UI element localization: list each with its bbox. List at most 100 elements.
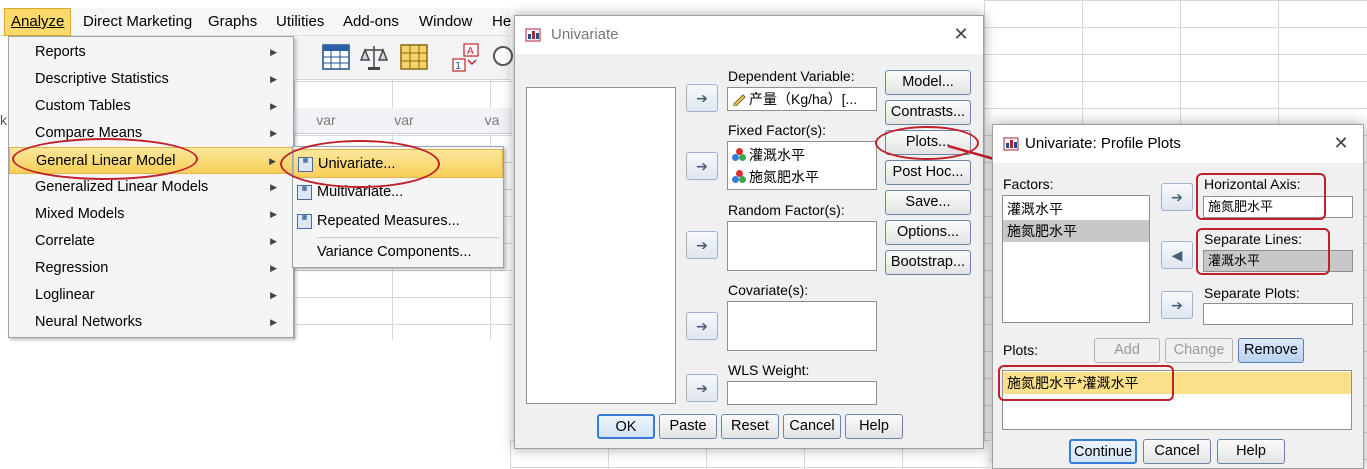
bootstrap-button[interactable]: Bootstrap... [885, 250, 971, 275]
menu-item-neural-networks[interactable]: Neural Networks ▶ [9, 309, 293, 336]
menu-item-generalized-linear-models[interactable]: Generalized Linear Models ▶ [9, 174, 293, 201]
submenu-arrow-icon: ▶ [269, 156, 276, 166]
contrasts-button[interactable]: Contrasts... [885, 100, 971, 125]
menu-item-label: Loglinear [35, 287, 95, 303]
menu-label: Analyze [11, 13, 65, 30]
annotation-box-separate-lines [1196, 228, 1330, 275]
move-to-dependent-button[interactable]: ➔ [686, 84, 718, 112]
save-button[interactable]: Save... [885, 190, 971, 215]
move-to-random-button[interactable]: ➔ [686, 231, 718, 259]
reset-button[interactable]: Reset [721, 414, 779, 439]
menu-item-loglinear[interactable]: Loglinear ▶ [9, 282, 293, 309]
list-item[interactable]: 施氮肥水平 [1003, 220, 1149, 242]
change-button[interactable]: Change [1165, 338, 1233, 363]
submenu-arrow-icon: ▶ [270, 74, 277, 84]
continue-button[interactable]: Continue [1069, 439, 1137, 464]
plots-label: Plots: [1003, 342, 1039, 358]
help-button[interactable]: Help [845, 414, 903, 439]
menu-direct-marketing[interactable]: Direct Marketing [77, 8, 198, 36]
fixed-factors-list[interactable]: 灌溉水平 施氮肥水平 [727, 141, 877, 190]
table-icon[interactable] [321, 42, 351, 72]
wls-weight-field[interactable] [727, 381, 877, 405]
list-item[interactable]: 灌溉水平 [1003, 198, 1149, 220]
move-to-wls-button[interactable]: ➔ [686, 374, 718, 402]
options-button[interactable]: Options... [885, 220, 971, 245]
submenu-arrow-icon: ▶ [270, 47, 277, 57]
menu-item-regression[interactable]: Regression ▶ [9, 255, 293, 282]
menu-item-label: Variance Components... [317, 244, 472, 260]
menu-item-correlate[interactable]: Correlate ▶ [9, 228, 293, 255]
menu-item-label: Correlate [35, 233, 95, 249]
menu-label: Graphs [208, 13, 258, 30]
menu-label: He [492, 13, 512, 30]
dialog-titlebar: Univariate ✕ [515, 16, 983, 54]
separate-plots-field[interactable] [1203, 303, 1353, 325]
help-button[interactable]: Help [1217, 439, 1285, 464]
move-to-fixed-button[interactable]: ➔ [686, 152, 718, 180]
analyze-menu: Reports ▶ Descriptive Statistics ▶ Custom … [8, 36, 294, 338]
submenu-arrow-icon: ▶ [270, 236, 277, 246]
grid-yellow-icon[interactable] [399, 42, 429, 72]
menu-analyze[interactable]: Analyze [4, 8, 72, 36]
ok-button[interactable]: OK [597, 414, 655, 439]
dialog-titlebar: Univariate: Profile Plots ✕ [993, 125, 1363, 163]
col-header[interactable]: var [374, 112, 434, 128]
list-item[interactable]: 施氮肥水平 [732, 166, 819, 188]
submenu-arrow-icon: ▶ [270, 182, 277, 192]
menu-label: Add-ons [343, 13, 399, 30]
list-item-label: 灌溉水平 [749, 147, 805, 163]
menu-label: Direct Marketing [83, 13, 193, 30]
separate-plots-label: Separate Plots: [1204, 285, 1300, 301]
menu-item-descriptive-statistics[interactable]: Descriptive Statistics ▶ [9, 66, 293, 93]
svg-text:A: A [467, 46, 474, 57]
menu-item-variance-components[interactable]: Variance Components... [293, 238, 503, 267]
menu-item-mixed-models[interactable]: Mixed Models ▶ [9, 201, 293, 228]
menu-add-ons[interactable]: Add-ons [337, 8, 405, 36]
cancel-button[interactable]: Cancel [783, 414, 841, 439]
menu-item-custom-tables[interactable]: Custom Tables ▶ [9, 93, 293, 120]
dependent-label: Dependent Variable: [728, 68, 855, 84]
covariates-list[interactable] [727, 301, 877, 351]
value-labels-icon[interactable]: A1 [451, 42, 481, 72]
menu-graphs[interactable]: Graphs [202, 8, 263, 36]
source-variable-list[interactable] [526, 87, 676, 404]
menu-item-label: Neural Networks [35, 314, 143, 330]
close-icon[interactable]: ✕ [951, 24, 971, 44]
repeated-measures-icon: ▦ [297, 214, 312, 229]
col-header[interactable]: va [472, 112, 512, 128]
svg-text:1: 1 [455, 61, 461, 72]
nominal-variable-icon [732, 170, 746, 184]
menu-window[interactable]: Window [413, 8, 478, 36]
menu-utilities[interactable]: Utilities [270, 8, 330, 36]
menu-item-reports[interactable]: Reports ▶ [9, 39, 293, 66]
list-item-label: 施氮肥水平 [749, 169, 819, 185]
factors-list[interactable]: 灌溉水平 施氮肥水平 [1002, 195, 1150, 323]
menu-label: Window [419, 13, 473, 30]
move-to-covariate-button[interactable]: ➔ [686, 312, 718, 340]
dependent-field[interactable]: 产量（Kg/ha）[... [727, 87, 877, 111]
col-header[interactable]: var [296, 112, 356, 128]
move-to-separate-plots-button[interactable]: ➔ [1161, 291, 1193, 319]
remove-button[interactable]: Remove [1238, 338, 1304, 363]
close-icon[interactable]: ✕ [1331, 133, 1351, 153]
submenu-arrow-icon: ▶ [270, 128, 277, 138]
annotation-box-plot-item [998, 365, 1174, 401]
random-factors-list[interactable] [727, 221, 877, 271]
menu-help[interactable]: He [486, 8, 517, 36]
nominal-variable-icon [732, 148, 746, 162]
spss-app-icon [525, 28, 541, 42]
move-from-separate-lines-button[interactable]: ◀ [1161, 241, 1193, 269]
menu-item-label: Mixed Models [35, 206, 125, 222]
model-button[interactable]: Model... [885, 70, 971, 95]
cancel-button[interactable]: Cancel [1143, 439, 1211, 464]
move-to-horizontal-button[interactable]: ➔ [1161, 183, 1193, 211]
dialog-title: Univariate [551, 26, 619, 43]
add-button[interactable]: Add [1094, 338, 1160, 363]
factors-label: Factors: [1003, 176, 1054, 192]
list-item[interactable]: 灌溉水平 [732, 144, 805, 166]
balance-scale-icon[interactable] [359, 42, 389, 72]
menu-item-label: Custom Tables [35, 98, 131, 114]
menu-item-repeated-measures[interactable]: ▦ Repeated Measures... [293, 207, 503, 236]
annotation-box-horizontal-axis [1196, 173, 1326, 220]
paste-button[interactable]: Paste [659, 414, 717, 439]
